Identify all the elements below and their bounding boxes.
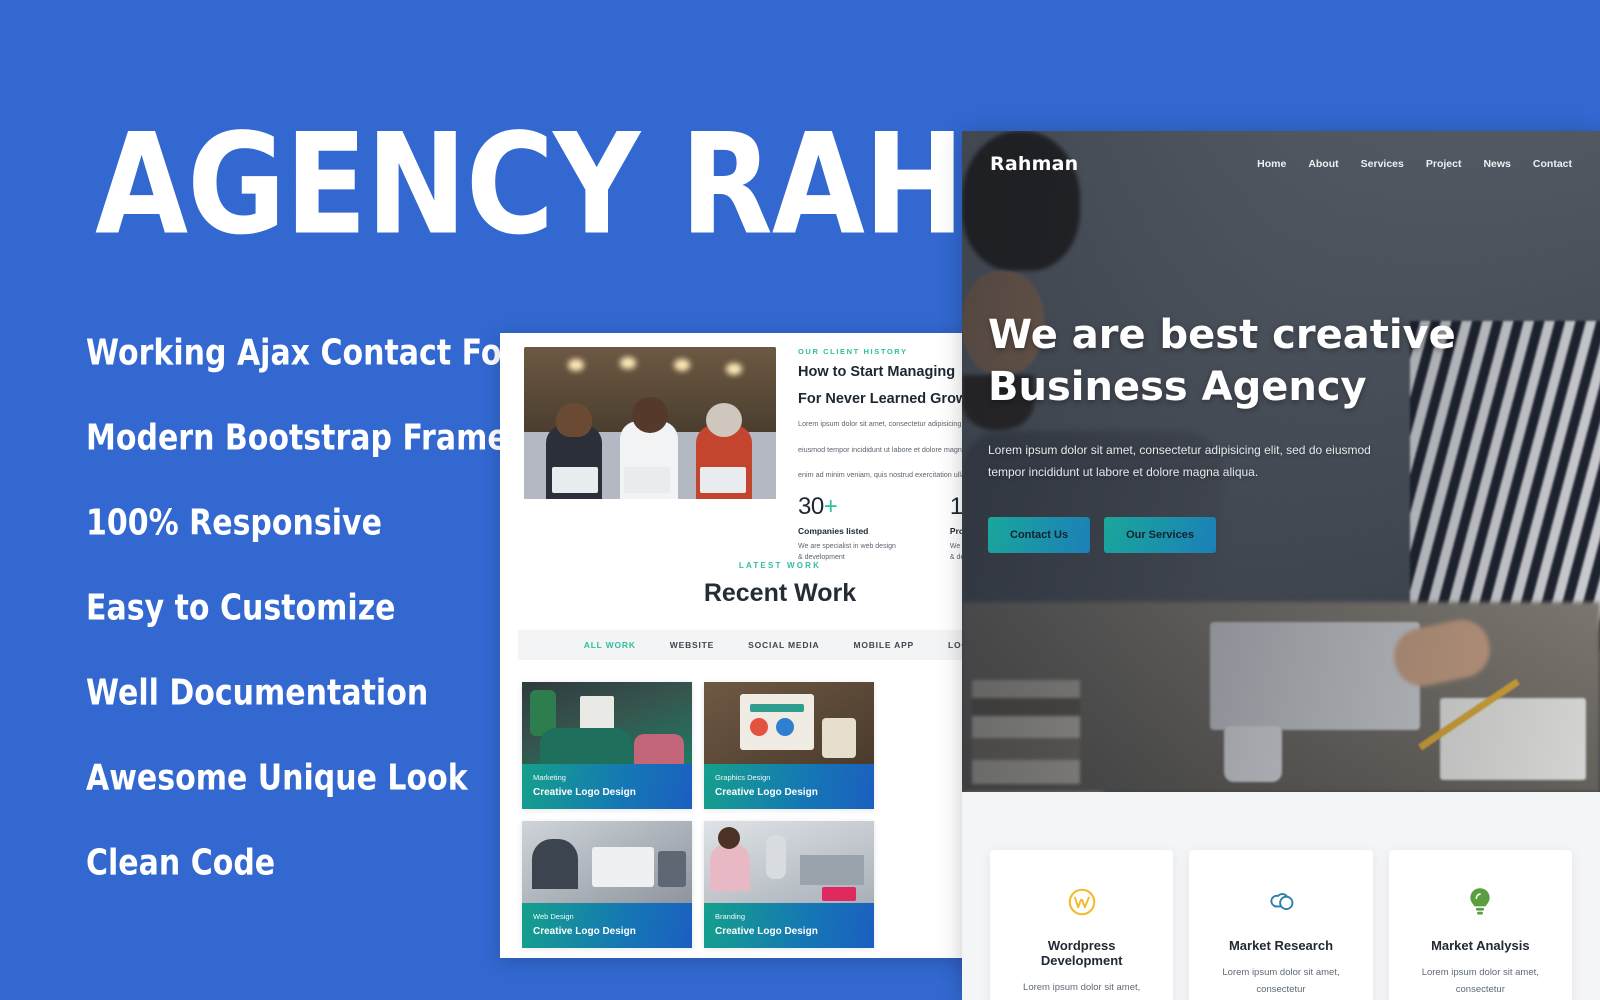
portfolio-name: Creative Logo Design <box>533 926 636 937</box>
hero-subtext: Lorem ipsum dolor sit amet, consectetur … <box>988 439 1418 483</box>
portfolio-category: Branding <box>715 912 746 921</box>
feature-item-4: Well Documentation <box>86 672 429 714</box>
feature-item-3: Easy to Customize <box>86 587 396 629</box>
service-description: Lorem ipsum dolor sit amet, consectetur <box>1421 967 1539 995</box>
stat-label-0: Companies listed <box>798 526 869 537</box>
hero-heading: We are best creative Business Agency <box>988 309 1458 413</box>
site-logo[interactable]: Rahman <box>990 153 1078 175</box>
hero-content: We are best creative Business Agency Lor… <box>988 309 1458 554</box>
portfolio-card-graphics-design[interactable]: Graphics Design Creative Logo Design <box>704 682 874 809</box>
stat-number-0: 30+ <box>798 493 838 521</box>
hero-section: Rahman Home About Services Project News … <box>962 131 1600 792</box>
service-description: Lorem ipsum dolor sit amet, consectetur <box>1222 967 1340 995</box>
feature-item-5: Awesome Unique Look <box>86 757 468 799</box>
service-card-market-research[interactable]: Market Research Lorem ipsum dolor sit am… <box>1189 850 1373 1000</box>
client-history-photo <box>524 347 776 499</box>
navbar: Rahman Home About Services Project News … <box>962 153 1600 175</box>
portfolio-card-web-design[interactable]: Web Design Creative Logo Design <box>522 821 692 948</box>
portfolio-thumbnail <box>704 682 874 764</box>
feature-list: Working Ajax Contact Form Modern Bootstr… <box>86 332 591 931</box>
stat-desc-0-line1: We are specialist in web design <box>798 543 896 551</box>
service-card-wordpress-development[interactable]: Wordpress Development Lorem ipsum dolor … <box>990 850 1174 1000</box>
hero-button-group: Contact Us Our Services <box>988 517 1458 554</box>
feature-item-6: Clean Code <box>86 842 276 884</box>
portfolio-category: Web Design <box>533 912 574 921</box>
nav-item-services[interactable]: Services <box>1361 158 1404 170</box>
service-description: Lorem ipsum dolor sit amet, consectetur <box>1023 982 1141 1000</box>
hero-heading-line1: We are best creative <box>988 312 1456 358</box>
service-title: Market Analysis <box>1431 938 1530 953</box>
portfolio-thumbnail <box>522 682 692 764</box>
service-card-market-analysis[interactable]: Market Analysis Lorem ipsum dolor sit am… <box>1388 850 1572 1000</box>
filter-tab-all-work[interactable]: ALL WORK <box>584 640 636 650</box>
cloud-analytics-icon <box>1209 884 1352 920</box>
right-website-mockup: Rahman Home About Services Project News … <box>962 131 1600 1000</box>
nav-menu: Home About Services Project News Contact <box>1257 158 1572 170</box>
nav-item-home[interactable]: Home <box>1257 158 1286 170</box>
nav-item-contact[interactable]: Contact <box>1533 158 1572 170</box>
portfolio-thumbnail <box>522 821 692 903</box>
wordpress-icon <box>1010 884 1153 920</box>
portfolio-category: Marketing <box>533 773 566 782</box>
nav-item-project[interactable]: Project <box>1426 158 1462 170</box>
portfolio-category: Graphics Design <box>715 773 771 782</box>
feature-item-0: Working Ajax Contact Form <box>86 332 548 374</box>
services-section: Wordpress Development Lorem ipsum dolor … <box>962 792 1600 1000</box>
feature-item-1: Modern Bootstrap Framework <box>86 417 591 459</box>
filter-tab-website[interactable]: WEBSITE <box>670 640 714 650</box>
service-title: Market Research <box>1228 938 1334 953</box>
portfolio-name: Creative Logo Design <box>715 926 818 937</box>
nav-item-news[interactable]: News <box>1483 158 1510 170</box>
lightbulb-icon <box>1409 884 1552 920</box>
nav-item-about[interactable]: About <box>1308 158 1338 170</box>
portfolio-name: Creative Logo Design <box>715 787 818 798</box>
feature-item-2: 100% Responsive <box>86 502 382 544</box>
hero-heading-line2: Business Agency <box>988 364 1367 410</box>
filter-tab-social-media[interactable]: SOCIAL MEDIA <box>748 640 819 650</box>
service-title: Wordpress Development <box>1040 938 1123 968</box>
page-title: AGENCY RAHAMAN <box>95 102 1367 266</box>
portfolio-thumbnail <box>704 821 874 903</box>
stat-block-0: 30+ Companies listed We are specialist i… <box>798 493 896 563</box>
portfolio-card-marketing[interactable]: Marketing Creative Logo Design <box>522 682 692 809</box>
services-card-group: Wordpress Development Lorem ipsum dolor … <box>990 850 1572 1000</box>
hero-subtext-line1: Lorem ipsum dolor sit amet, consectetur … <box>988 443 1371 457</box>
our-services-button[interactable]: Our Services <box>1104 517 1216 554</box>
portfolio-name: Creative Logo Design <box>533 787 636 798</box>
contact-us-button[interactable]: Contact Us <box>988 517 1091 554</box>
portfolio-card-branding[interactable]: Branding Creative Logo Design <box>704 821 874 948</box>
filter-tab-mobile-app[interactable]: MOBILE APP <box>853 640 914 650</box>
hero-subtext-line2: tempor incididunt ut labore et dolore ma… <box>988 465 1259 480</box>
